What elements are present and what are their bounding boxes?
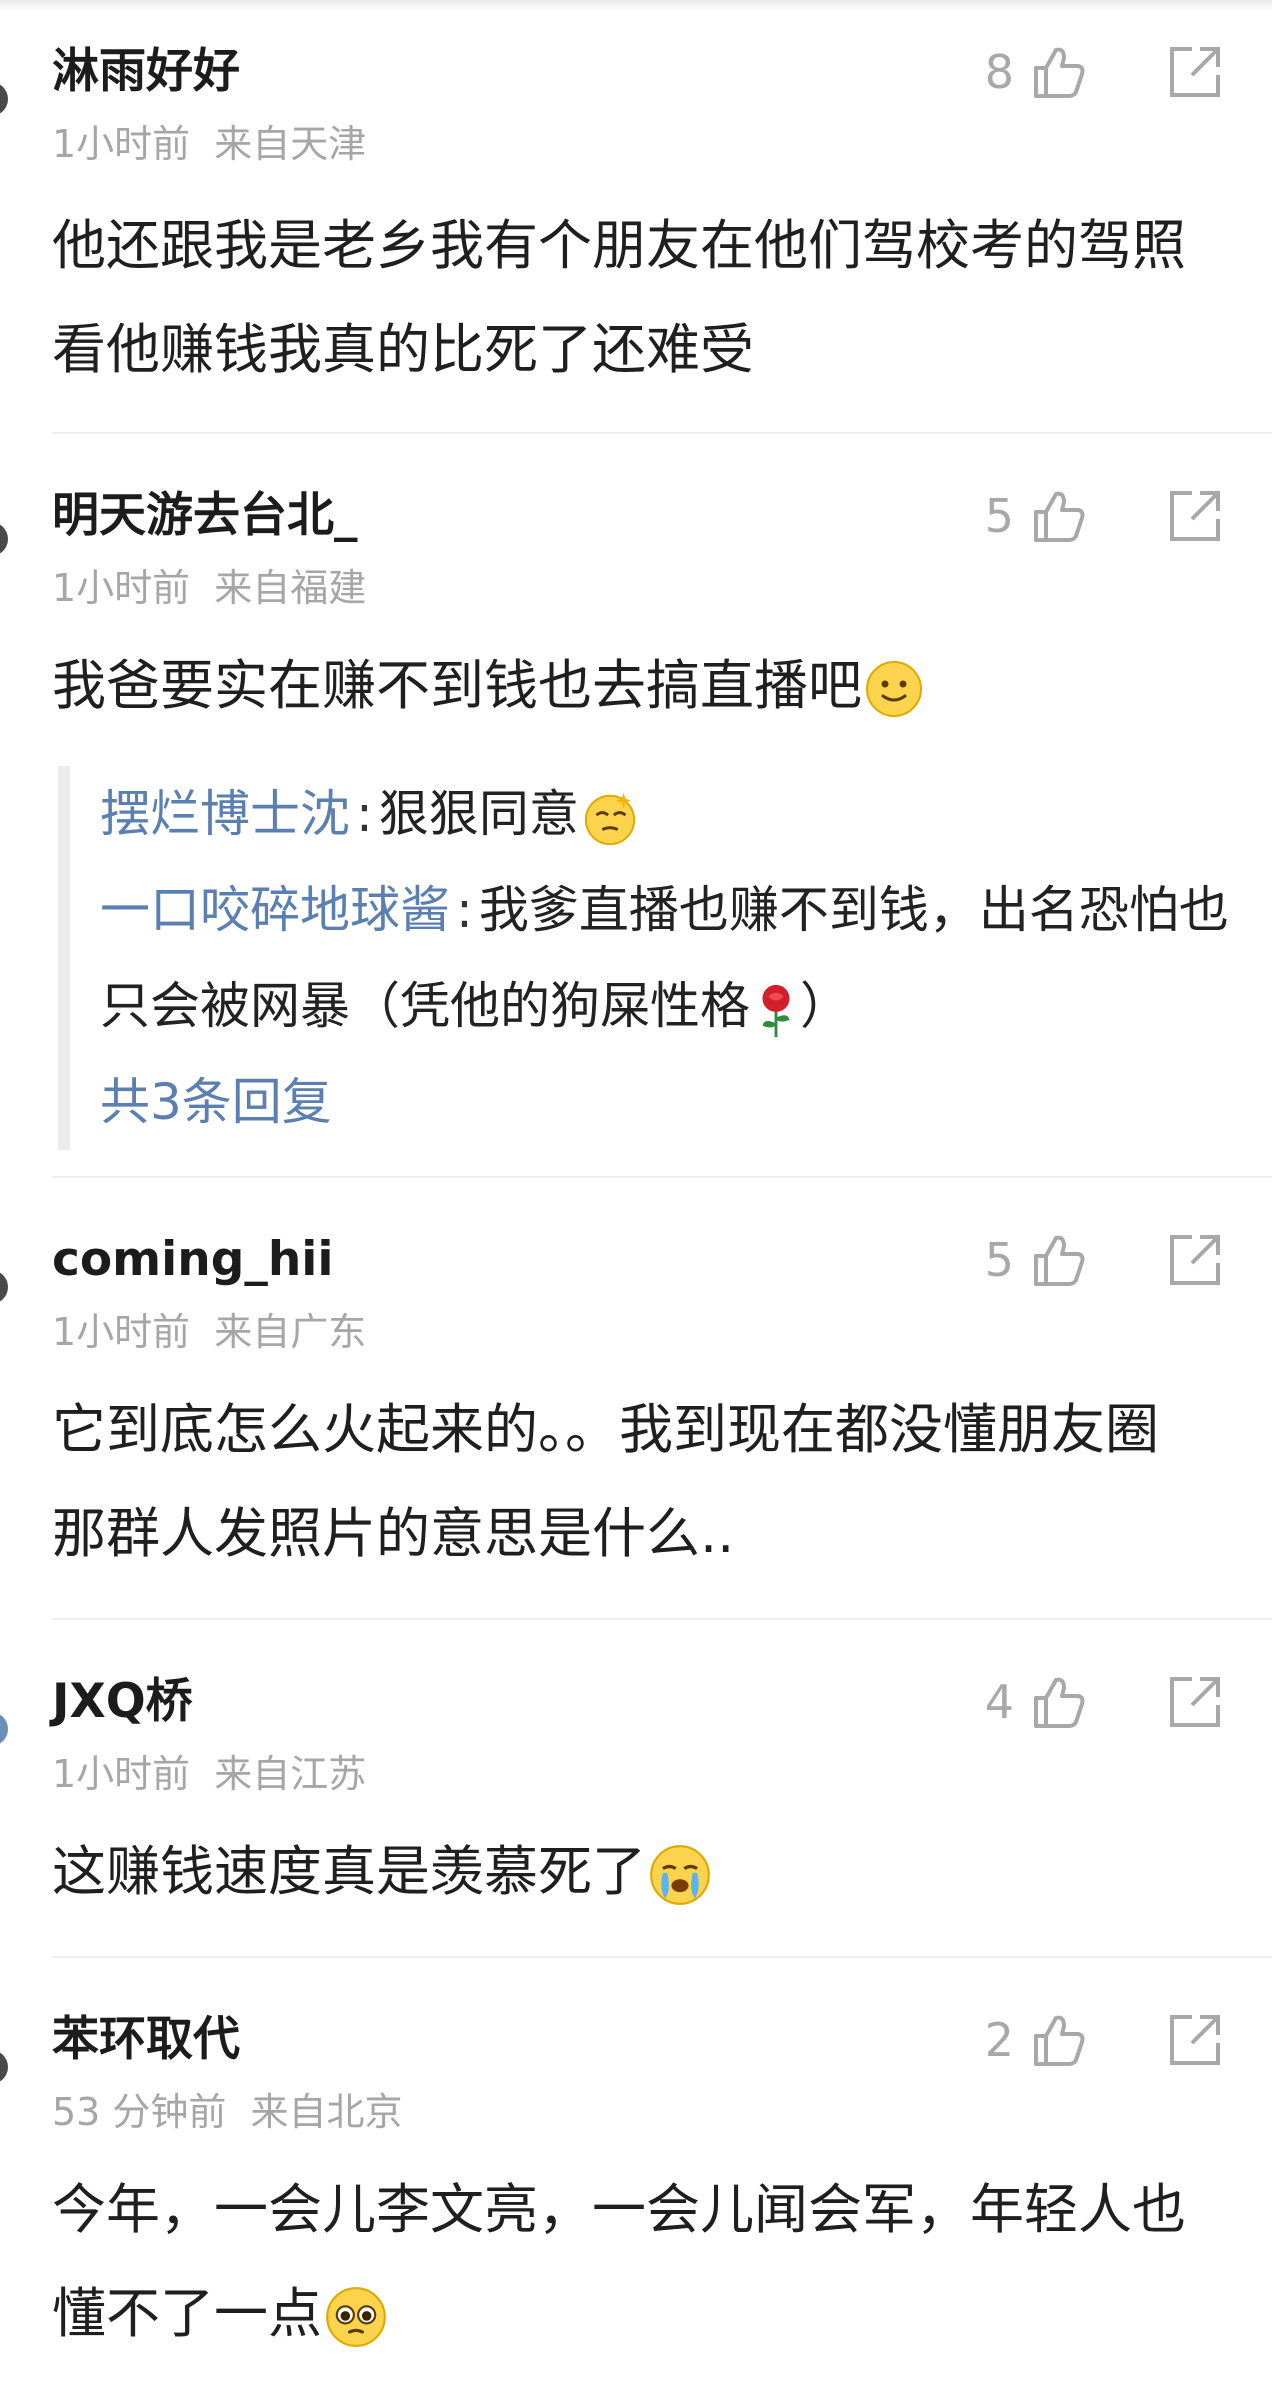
comment-actions: 8	[985, 42, 1224, 102]
pleading-face-icon	[326, 2287, 386, 2348]
like-count: 5	[984, 1233, 1014, 1287]
share-external-icon[interactable]	[1166, 487, 1224, 545]
divider	[52, 1956, 1272, 1958]
like-count: 4	[984, 1675, 1014, 1729]
reply-text-tail: ）	[800, 977, 850, 1035]
avatar[interactable]	[0, 2050, 8, 2084]
comment-text: 它到底怎么火起来的。。我到现在都没懂朋友圈那群人发照片的意思是什么..	[52, 1378, 1202, 1586]
share-external-icon[interactable]	[1166, 2011, 1224, 2069]
comment-username[interactable]: JXQ桥	[52, 1672, 193, 1732]
reply-username[interactable]: 一口咬碎地球酱	[100, 881, 450, 939]
divider	[52, 1618, 1272, 1620]
reply-text: 狠狠同意	[378, 785, 579, 843]
like-count: 5	[984, 489, 1014, 543]
thumbs-up-icon[interactable]	[1028, 2010, 1088, 2070]
top-shadow	[0, 0, 1272, 10]
like-count: 8	[984, 45, 1014, 99]
comment-text: 他还跟我是老乡我有个朋友在他们驾校考的驾照 看他赚钱我真的比死了还难受	[52, 194, 1202, 402]
comment-time: 53 分钟前	[52, 2090, 227, 2134]
comment-text-content: 他还跟我是老乡我有个朋友在他们驾校考的驾照 看他赚钱我真的比死了还难受	[52, 214, 1186, 381]
comment-username[interactable]: coming_hii	[52, 1230, 334, 1290]
comment-time: 1小时前	[52, 1752, 191, 1796]
comment-text-content: 我爸要实在赚不到钱也去搞直播吧	[52, 654, 862, 717]
comment-location: 来自福建	[214, 566, 367, 610]
comment-text: 这赚钱速度真是羡慕死了	[52, 1820, 1202, 1924]
comment-actions: 2	[985, 2010, 1224, 2070]
slightly-smiling-face-icon	[866, 661, 922, 718]
comment-location: 来自江苏	[214, 1752, 367, 1796]
comment-location: 来自北京	[250, 2090, 403, 2134]
comment-text-content: 它到底怎么火起来的。。我到现在都没懂朋友圈那群人发照片的意思是什么..	[52, 1398, 1159, 1565]
comment-meta: 1小时前 来自江苏	[52, 1750, 366, 1798]
dizzy-face-icon	[584, 792, 635, 845]
comment-location: 来自天津	[214, 122, 367, 166]
crying-face-icon	[650, 1845, 710, 1906]
share-external-icon[interactable]	[1166, 43, 1224, 101]
comment-meta: 53 分钟前 来自北京	[52, 2088, 402, 2136]
reply-username[interactable]: 摆烂博士沈	[100, 785, 350, 843]
share-external-icon[interactable]	[1166, 1673, 1224, 1731]
thumbs-up-icon[interactable]	[1028, 1672, 1088, 1732]
avatar[interactable]	[0, 1270, 8, 1304]
avatar[interactable]	[0, 522, 8, 556]
divider	[52, 1176, 1272, 1178]
like-count: 2	[984, 2013, 1014, 2067]
avatar[interactable]	[0, 1712, 8, 1746]
comment-time: 1小时前	[52, 122, 191, 166]
reply-separator: :	[456, 881, 473, 939]
comment-username[interactable]: 明天游去台北_	[52, 486, 358, 546]
comment-location: 来自广东	[214, 1310, 367, 1354]
thumbs-up-icon[interactable]	[1028, 486, 1088, 546]
comment-text-content: 这赚钱速度真是羡慕死了	[52, 1840, 646, 1903]
reply-box: 摆烂博士沈: 狠狠同意 一口咬碎地球酱: 我爹直播也赚不到钱，出名恐怕也只会被网暴（…	[58, 766, 1250, 1150]
reply-separator: :	[356, 785, 373, 843]
comment-meta: 1小时前 来自福建	[52, 564, 366, 612]
reply-item: 摆烂博士沈: 狠狠同意	[100, 766, 1250, 862]
view-more-replies-link[interactable]: 共3条回复	[100, 1054, 1250, 1150]
comment-text: 今年，一会儿李文亮，一会儿闻会军，年轻人也懂不了一点	[52, 2158, 1202, 2366]
comment-meta: 1小时前 来自天津	[52, 120, 366, 168]
avatar[interactable]	[0, 82, 8, 116]
rose-icon	[762, 984, 790, 1037]
comment-text: 我爸要实在赚不到钱也去搞直播吧	[52, 634, 1202, 738]
comment-actions: 5	[985, 486, 1224, 546]
share-external-icon[interactable]	[1166, 1231, 1224, 1289]
comment-time: 1小时前	[52, 566, 191, 610]
comment-actions: 4	[985, 1672, 1224, 1732]
comment-text-content: 今年，一会儿李文亮，一会儿闻会军，年轻人也懂不了一点	[52, 2178, 1186, 2345]
comment-meta: 1小时前 来自广东	[52, 1308, 366, 1356]
comment-actions: 5	[985, 1230, 1224, 1290]
divider	[52, 432, 1272, 434]
comment-username[interactable]: 淋雨好好	[52, 42, 240, 102]
thumbs-up-icon[interactable]	[1028, 1230, 1088, 1290]
reply-item: 一口咬碎地球酱: 我爹直播也赚不到钱，出名恐怕也只会被网暴（凭他的狗屎性格 ）	[100, 862, 1250, 1054]
comment-username[interactable]: 苯环取代	[52, 2010, 240, 2070]
thumbs-up-icon[interactable]	[1028, 42, 1088, 102]
comment-time: 1小时前	[52, 1310, 191, 1354]
